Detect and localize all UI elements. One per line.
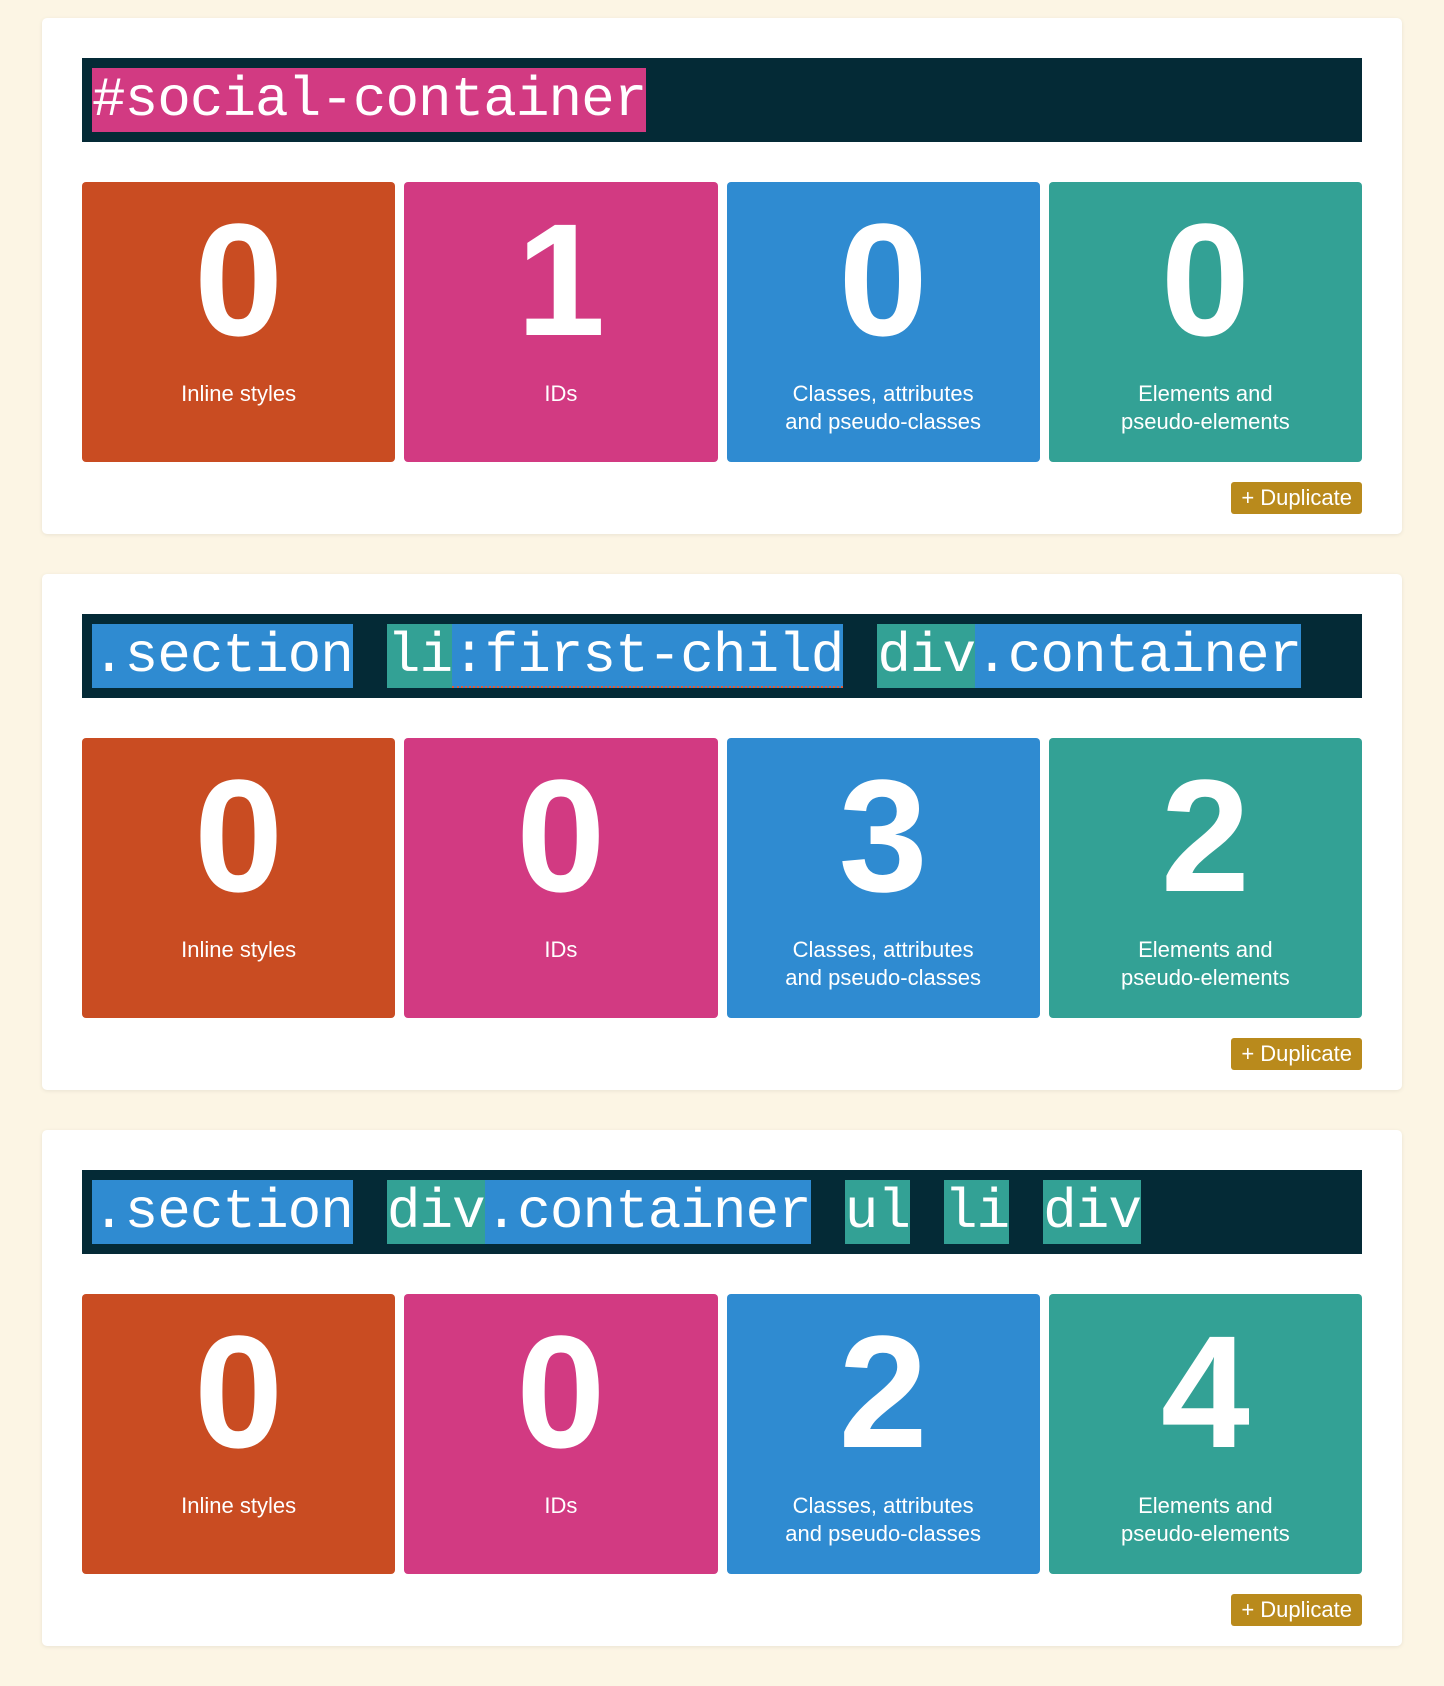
tile-ids: 1 IDs	[404, 182, 718, 462]
inline-styles-label: Inline styles	[181, 937, 297, 962]
tile-classes: 0 Classes, attributes and pseudo-classes	[726, 182, 1040, 462]
selector-display: .section div.container ul li div	[82, 1170, 1362, 1254]
duplicate-button[interactable]: + Duplicate	[1231, 1594, 1362, 1626]
specificity-card: #social-container 0 Inline styles 1 IDs …	[42, 18, 1402, 534]
ids-count: 1	[516, 190, 606, 369]
selector-display: #social-container	[82, 58, 1362, 142]
selector-token-el: div	[1043, 1180, 1142, 1244]
tile-inline-styles: 0 Inline styles	[82, 1294, 396, 1574]
tile-ids: 0 IDs	[404, 738, 718, 1018]
tile-elements: 2 Elements and pseudo-elements	[1048, 738, 1362, 1018]
specificity-card: .section div.container ul li div 0 Inline st…	[42, 1130, 1402, 1646]
selector-token-class: .section	[92, 1180, 354, 1244]
elements-label: Elements and pseudo-elements	[1120, 381, 1290, 434]
specificity-tiles: 0 Inline styles 0 IDs 3 Classes, attribu…	[82, 738, 1362, 1018]
selector-token-class: .container	[484, 1180, 812, 1244]
selector-token-el: li	[943, 1180, 1010, 1244]
elements-count: 2	[1160, 746, 1250, 925]
specificity-tiles: 0 Inline styles 1 IDs 0 Classes, attribu…	[82, 182, 1362, 462]
selector-token-class: .section	[92, 624, 354, 688]
specificity-tiles: 0 Inline styles 0 IDs 2 Classes, attribu…	[82, 1294, 1362, 1574]
tile-classes: 2 Classes, attributes and pseudo-classes	[726, 1294, 1040, 1574]
tile-elements: 0 Elements and pseudo-elements	[1048, 182, 1362, 462]
ids-label: IDs	[544, 1493, 578, 1518]
tile-inline-styles: 0 Inline styles	[82, 738, 396, 1018]
ids-count: 0	[516, 746, 606, 925]
elements-label: Elements and pseudo-elements	[1120, 937, 1290, 990]
inline-styles-label: Inline styles	[181, 381, 297, 406]
inline-styles-count: 0	[194, 746, 284, 925]
specificity-card: .section li:first-child div.container 0 In…	[42, 574, 1402, 1090]
ids-count: 0	[516, 1302, 606, 1481]
selector-token-pseudo: :first-child	[452, 624, 844, 688]
classes-count: 0	[838, 190, 928, 369]
inline-styles-count: 0	[194, 1302, 284, 1481]
classes-label: Classes, attributes and pseudo-classes	[785, 381, 981, 434]
duplicate-button[interactable]: + Duplicate	[1231, 482, 1362, 514]
selector-token-el: div	[386, 1180, 486, 1244]
selector-display: .section li:first-child div.container	[82, 614, 1362, 698]
ids-label: IDs	[544, 381, 578, 406]
selector-token-el: li	[386, 624, 453, 688]
selector-token-el: div	[877, 624, 976, 688]
tile-inline-styles: 0 Inline styles	[82, 182, 396, 462]
selector-token-id: #social-container	[92, 68, 647, 132]
elements-label: Elements and pseudo-elements	[1120, 1493, 1290, 1546]
classes-count: 3	[838, 746, 928, 925]
duplicate-button[interactable]: + Duplicate	[1231, 1038, 1362, 1070]
inline-styles-count: 0	[194, 190, 284, 369]
tile-ids: 0 IDs	[404, 1294, 718, 1574]
inline-styles-label: Inline styles	[181, 1493, 297, 1518]
selector-token-el: ul	[844, 1180, 911, 1244]
ids-label: IDs	[544, 937, 578, 962]
classes-count: 2	[838, 1302, 928, 1481]
classes-label: Classes, attributes and pseudo-classes	[785, 937, 981, 990]
specificity-cards-list: #social-container 0 Inline styles 1 IDs …	[42, 18, 1402, 1686]
tile-classes: 3 Classes, attributes and pseudo-classes	[726, 738, 1040, 1018]
elements-count: 0	[1160, 190, 1250, 369]
classes-label: Classes, attributes and pseudo-classes	[785, 1493, 981, 1546]
tile-elements: 4 Elements and pseudo-elements	[1048, 1294, 1362, 1574]
elements-count: 4	[1160, 1302, 1250, 1481]
selector-token-class: .container	[975, 624, 1302, 688]
